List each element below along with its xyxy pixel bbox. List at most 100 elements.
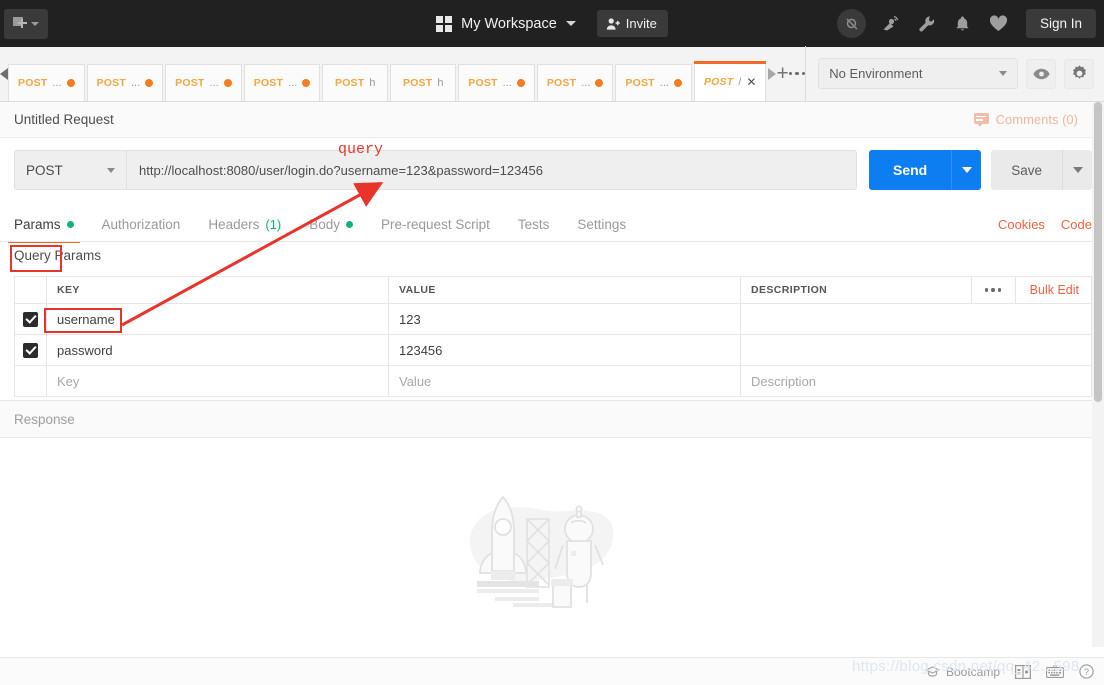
request-tab[interactable]: POST...: [165, 64, 242, 101]
status-dot-icon: [346, 220, 354, 228]
triangle-left-icon: [0, 67, 8, 80]
request-tab[interactable]: POST...: [458, 64, 535, 101]
comment-icon: [973, 112, 989, 127]
request-tab-strip: POST... POST... POST... POST... POST h POST h PO…: [0, 46, 1104, 102]
tab-tests[interactable]: Tests: [518, 207, 550, 241]
tabs-more-button[interactable]: [788, 46, 806, 101]
param-key-input[interactable]: password: [57, 343, 113, 358]
annotation-query-label: query: [338, 141, 384, 158]
tabs-scroll-left-button[interactable]: [0, 46, 8, 101]
request-tab[interactable]: POST...: [536, 64, 614, 101]
request-tab-active[interactable]: POST / ✕: [693, 61, 767, 101]
status-dot-icon: [66, 220, 74, 228]
table-header-row: KEY VALUE DESCRIPTION Bulk Edit: [15, 277, 1091, 304]
table-options-button[interactable]: [970, 277, 1015, 303]
chevron-down-icon: [107, 167, 115, 173]
tab-url: ...: [209, 77, 219, 89]
graduation-cap-icon: [924, 665, 940, 677]
response-label: Response: [14, 411, 75, 427]
help-button[interactable]: ?: [1079, 664, 1094, 679]
invite-button[interactable]: Invite: [596, 10, 668, 37]
scrollbar-thumb[interactable]: [1094, 102, 1102, 402]
workspace-name[interactable]: My Workspace: [461, 16, 557, 32]
keyboard-shortcuts-button[interactable]: [1046, 665, 1064, 678]
tab-url: ...: [288, 77, 298, 89]
tab-url: ...: [581, 77, 591, 89]
param-key-input[interactable]: Key: [57, 374, 79, 389]
save-button[interactable]: Save: [991, 150, 1062, 190]
table-row[interactable]: username 123: [15, 304, 1091, 335]
save-options-button[interactable]: [1062, 150, 1092, 190]
comments-button[interactable]: Comments (0): [973, 112, 1078, 127]
tab-method: POST: [175, 77, 205, 89]
tab-authorization[interactable]: Authorization: [102, 207, 181, 241]
request-tabs: POST... POST... POST... POST... POST h POST h PO…: [8, 46, 768, 101]
environment-selector[interactable]: No Environment: [818, 58, 1019, 89]
request-tab[interactable]: POST...: [86, 64, 164, 101]
main-vertical-scrollbar[interactable]: [1092, 102, 1104, 647]
tab-method: POST: [253, 77, 284, 89]
two-pane-layout-button[interactable]: [1015, 664, 1031, 679]
chevron-down-icon: [31, 21, 39, 26]
rocket-astronaut-illustration: [469, 495, 614, 608]
sign-in-button[interactable]: Sign In: [1025, 9, 1096, 38]
param-key-input[interactable]: username: [57, 312, 115, 327]
tab-method: POST: [18, 77, 48, 89]
tab-count: (1): [265, 216, 282, 232]
satellite-icon[interactable]: [880, 13, 902, 35]
bottom-status-bar: Bootcamp ?: [0, 657, 1104, 685]
settings-gear-button[interactable]: [1064, 58, 1095, 89]
tabs-scroll-right-button[interactable]: [768, 46, 777, 101]
new-button[interactable]: [4, 8, 48, 39]
code-link[interactable]: Code: [1061, 217, 1092, 232]
param-description-input[interactable]: Description: [751, 374, 816, 389]
request-tab[interactable]: POST...: [615, 64, 692, 101]
cookies-link[interactable]: Cookies: [998, 217, 1045, 232]
chevron-down-icon[interactable]: [565, 21, 576, 26]
param-value-input[interactable]: 123: [399, 312, 421, 327]
tab-params[interactable]: Params: [8, 207, 79, 243]
send-button[interactable]: Send: [868, 150, 952, 190]
bell-icon[interactable]: [952, 13, 974, 35]
table-row[interactable]: Key Value Description: [15, 366, 1091, 397]
tab-settings[interactable]: Settings: [577, 207, 626, 241]
heart-icon[interactable]: [988, 13, 1010, 35]
row-checkbox[interactable]: [23, 342, 38, 358]
tab-label: Headers: [208, 216, 260, 232]
request-tab[interactable]: POST...: [243, 64, 321, 101]
tab-body[interactable]: Body: [309, 207, 354, 241]
http-method-select[interactable]: POST: [14, 150, 126, 190]
table-row[interactable]: password 123456: [15, 335, 1091, 366]
tab-label: Tests: [517, 216, 550, 232]
request-tab[interactable]: POST...: [8, 64, 85, 101]
bulk-edit-button[interactable]: Bulk Edit: [1014, 277, 1091, 303]
invite-label: Invite: [625, 16, 657, 31]
header-checkbox-cell: [15, 277, 47, 303]
wrench-icon[interactable]: [916, 13, 938, 35]
column-header-value: VALUE: [399, 284, 436, 296]
top-right-actions: Sign In: [836, 0, 1096, 47]
sync-off-icon[interactable]: [836, 9, 866, 38]
close-icon[interactable]: ✕: [746, 76, 756, 88]
request-tab[interactable]: POST h: [390, 64, 457, 101]
tab-headers[interactable]: Headers (1): [208, 207, 281, 241]
request-title-row: Untitled Request Comments (0): [0, 102, 1092, 138]
url-bar-row: POST http://localhost:8080/user/login.do…: [14, 150, 1092, 190]
save-button-group: Save: [991, 150, 1092, 190]
param-value-input[interactable]: Value: [399, 374, 431, 389]
chevron-down-icon: [1072, 167, 1083, 173]
new-tab-button[interactable]: +: [776, 46, 788, 101]
environment-quick-look-button[interactable]: [1026, 58, 1057, 89]
tab-pre-request-script[interactable]: Pre-request Script: [381, 207, 490, 241]
query-params-title: Query Params: [14, 248, 102, 263]
bootcamp-button[interactable]: Bootcamp: [924, 665, 1000, 679]
row-checkbox[interactable]: [23, 311, 38, 327]
http-method-value: POST: [26, 162, 63, 178]
column-header-key: KEY: [57, 284, 80, 296]
request-tab[interactable]: POST h: [322, 64, 389, 101]
tab-method: POST: [546, 77, 577, 89]
send-options-button[interactable]: [951, 150, 982, 190]
url-input[interactable]: http://localhost:8080/user/login.do?user…: [126, 150, 857, 190]
param-value-input[interactable]: 123456: [399, 343, 442, 358]
environment-area: No Environment: [805, 46, 1104, 101]
